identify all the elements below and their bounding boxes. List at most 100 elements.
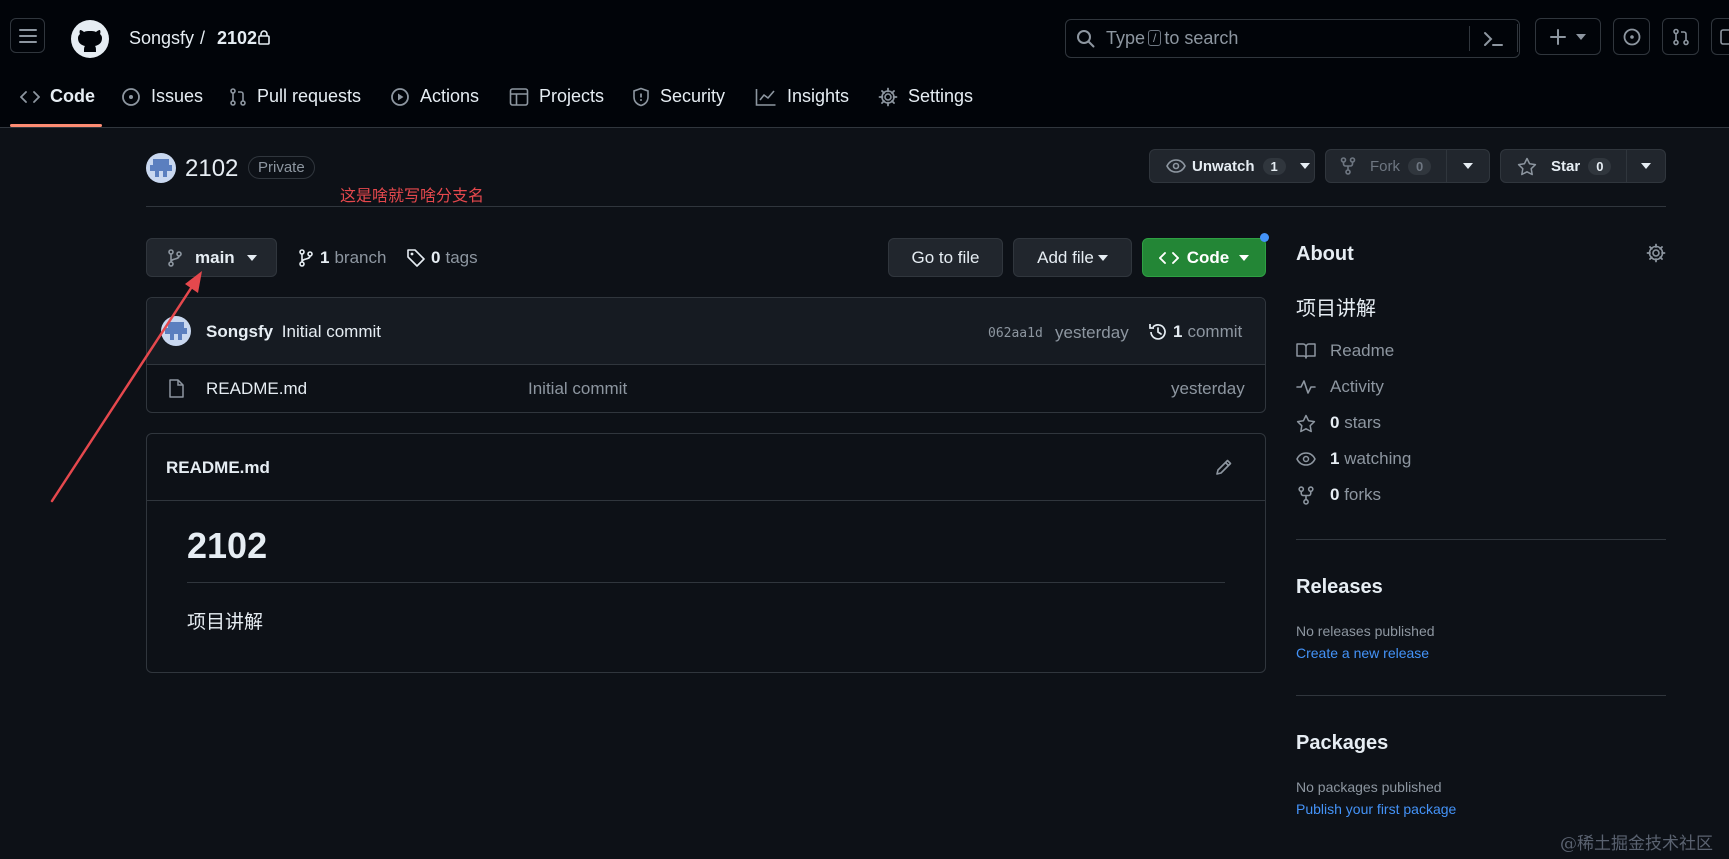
search-placeholder-before: Type [1106,28,1146,48]
create-new-button[interactable] [1535,18,1601,55]
tab-settings-label: Settings [908,86,974,106]
search-icon [1077,30,1095,48]
add-file-label: Add file [1037,247,1094,267]
about-title: About [1296,243,1354,265]
commit-time: yesterday [1055,323,1129,342]
pencil-icon[interactable] [1215,458,1233,476]
tab-code-label: Code [50,86,95,106]
commit-sha[interactable]: 062aa1d [988,326,1043,341]
tab-actions[interactable]: Actions [390,86,479,107]
about-stars-text: 0 stars [1330,413,1381,433]
code-icon [20,90,40,103]
star-icon [1517,157,1537,175]
caret-down-icon [1299,163,1310,169]
about-activity-label: Activity [1330,377,1384,396]
commit-author[interactable]: Songsfy [206,322,273,341]
tags-count: 0 [431,248,441,267]
caret-down-icon [246,254,257,261]
star-dropdown-button[interactable] [1626,149,1666,183]
readme-panel [146,433,1266,673]
create-release-link[interactable]: Create a new release [1296,645,1429,661]
code-dropdown-button[interactable]: Code [1142,238,1266,277]
go-to-file-label: Go to file [911,247,980,267]
commit-history-link[interactable]: 1 commit [1148,322,1242,342]
forks-label: forks [1344,485,1382,504]
fork-icon [1340,157,1356,175]
tab-insights[interactable]: Insights [755,86,849,107]
annotation-text: 这是啥就写啥分支名 [340,188,485,205]
watching-count: 1 [1330,449,1340,468]
pull-requests-button[interactable] [1662,18,1699,55]
about-forks-text: 0 forks [1330,485,1381,505]
breadcrumb-owner[interactable]: Songsfy [129,28,194,49]
search-divider [1469,26,1470,51]
tab-issues[interactable]: Issues [121,86,203,107]
search-input[interactable]: Type / to search [1065,19,1520,58]
releases-title[interactable]: Releases [1296,576,1383,599]
caret-down-icon [1097,254,1108,261]
tab-issues-label: Issues [151,86,204,106]
star-button[interactable]: Star 0 [1500,149,1627,183]
graph-icon [755,88,776,106]
about-forks-link[interactable]: 0 forks [1296,485,1381,505]
repo-avatar [146,153,176,183]
fork-dropdown-button[interactable] [1446,149,1490,183]
unwatch-label: Unwatch [1192,157,1255,175]
tab-pull-requests[interactable]: Pull requests [229,86,361,107]
visibility-badge: Private [248,156,315,179]
repo-title[interactable]: 2102 [185,155,238,183]
header-divider [1517,24,1518,52]
commit-count: 1 [1173,322,1183,341]
shield-icon [633,87,649,106]
file-name[interactable]: README.md [206,379,307,399]
commit-count-label: commit [1187,322,1243,341]
tab-code[interactable]: Code [20,86,95,107]
branches-link[interactable]: 1 branch [298,248,386,268]
star-icon [1296,414,1316,432]
github-logo-icon[interactable] [70,19,110,59]
tab-insights-label: Insights [787,86,850,106]
publish-package-link[interactable]: Publish your first package [1296,801,1456,817]
tab-security[interactable]: Security [632,86,725,107]
inbox-button[interactable] [1711,18,1729,55]
active-tab-indicator [10,124,102,127]
about-stars-link[interactable]: 0 stars [1296,413,1381,433]
code-button-label: Code [1186,247,1230,267]
issue-icon [122,87,140,106]
commit-summary: Songsfy Initial commit [206,322,381,342]
commit-message[interactable]: Initial commit [282,322,381,341]
gear-icon[interactable] [1646,243,1666,263]
code-icon [1158,251,1179,264]
go-to-file-button[interactable]: Go to file [888,238,1003,277]
tab-settings[interactable]: Settings [878,86,973,107]
readme-body: 项目讲解 [187,612,264,633]
menu-button[interactable] [10,18,45,53]
add-file-button[interactable]: Add file [1013,238,1132,277]
readme-heading: 2102 [187,525,268,566]
forks-count: 0 [1330,485,1340,504]
about-watching-text: 1 watching [1330,449,1411,469]
fork-button[interactable]: Fork 0 [1325,149,1447,183]
file-commit-message[interactable]: Initial commit [528,379,627,399]
about-activity-link[interactable]: Activity [1296,377,1384,397]
file-row[interactable]: README.md Initial commit yesterday [147,366,1265,412]
about-watching-link[interactable]: 1 watching [1296,449,1411,469]
breadcrumb-separator: / [200,28,206,48]
about-readme-label: Readme [1330,341,1395,360]
annotation-arrow [50,271,202,503]
watermark: @稀土掘金技术社区 [1560,834,1713,854]
star-count: 0 [1588,157,1612,175]
issue-icon [1623,28,1640,45]
about-readme-link[interactable]: Readme [1296,341,1394,361]
breadcrumb-repo[interactable]: 2102 [217,28,257,49]
packages-title[interactable]: Packages [1296,732,1388,755]
hamburger-icon [18,28,37,43]
tab-projects[interactable]: Projects [509,86,604,107]
issues-button[interactable] [1613,18,1650,55]
tab-projects-label: Projects [539,86,605,106]
about-description: 项目讲解 [1296,298,1376,320]
command-palette-icon[interactable] [1482,29,1504,49]
unwatch-button[interactable]: Unwatch 1 [1149,149,1315,183]
branches-count: 1 [320,248,330,267]
tags-link[interactable]: 0 tags [406,248,478,268]
